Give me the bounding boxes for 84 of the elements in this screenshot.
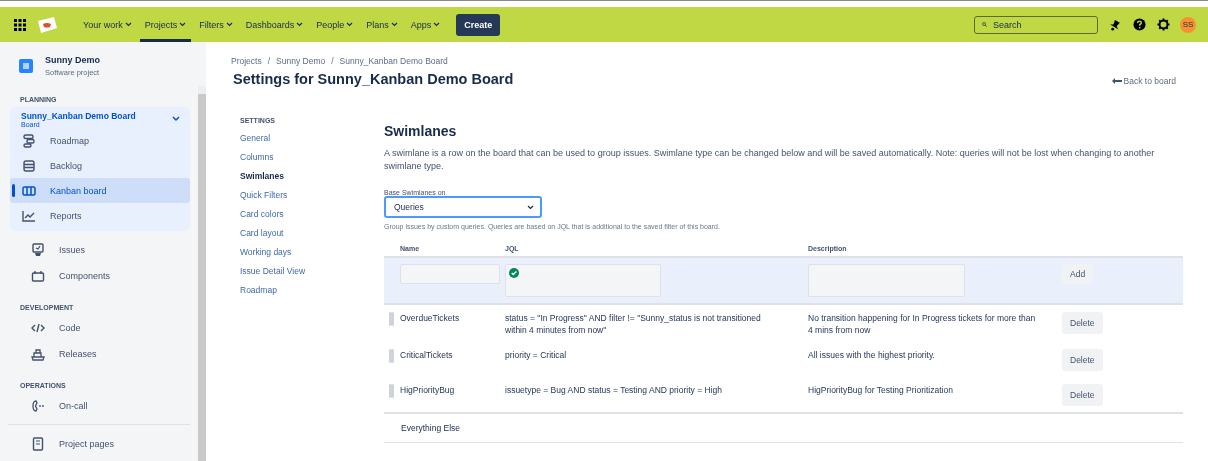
sidebar-item[interactable]: On-call bbox=[10, 393, 190, 418]
user-avatar[interactable]: SS bbox=[1180, 16, 1196, 33]
settings-link[interactable]: Columns bbox=[240, 148, 384, 167]
caret-icon bbox=[527, 204, 534, 210]
phone-icon bbox=[31, 398, 45, 413]
caret-icon bbox=[225, 22, 233, 27]
sidebar-item[interactable]: Releases bbox=[10, 341, 190, 366]
sidebar-item[interactable]: Issues bbox=[10, 237, 190, 262]
help-icon bbox=[1133, 18, 1146, 31]
board-columns-icon bbox=[22, 183, 36, 198]
chart-icon bbox=[22, 208, 36, 223]
board-title[interactable]: Sunny_Kanban Demo Board bbox=[21, 111, 136, 121]
ship-icon bbox=[31, 346, 45, 361]
project-name[interactable]: Sunny Demo bbox=[45, 55, 100, 65]
backlog-icon bbox=[22, 158, 36, 173]
nav-menu[interactable]: Your work bbox=[78, 7, 137, 42]
caret-icon bbox=[433, 22, 441, 27]
settings-link[interactable]: General bbox=[240, 129, 384, 148]
nav-menu[interactable]: People bbox=[311, 7, 359, 42]
caret-icon bbox=[390, 22, 398, 27]
caret-icon bbox=[179, 22, 187, 27]
page-title: Settings for Sunny_Kanban Demo Board bbox=[233, 71, 514, 87]
roadmap-icon bbox=[22, 133, 36, 148]
sidebar-item[interactable]: Roadmap bbox=[10, 128, 190, 153]
caret-icon bbox=[346, 22, 354, 27]
settings-link[interactable]: Roadmap bbox=[240, 281, 384, 300]
table-cell-text: No transition happening for In Progress tickets for more than 4 mins from now bbox=[808, 312, 1037, 336]
drag-handle-icon bbox=[389, 384, 394, 398]
breadcrumb-separator: / bbox=[331, 56, 334, 66]
breadcrumb-link[interactable]: Sunny Demo bbox=[276, 56, 326, 66]
table-cell-text: CriticalTickets bbox=[400, 349, 453, 362]
caret-icon bbox=[296, 22, 304, 27]
drag-handle-icon bbox=[389, 312, 394, 326]
breadcrumb-link[interactable]: Sunny_Kanban Demo Board bbox=[339, 56, 448, 66]
settings-link[interactable]: Issue Detail View bbox=[240, 262, 384, 281]
table-cell-text: HigPriorityBug bbox=[400, 384, 455, 397]
swimlane-select[interactable]: Queries bbox=[384, 196, 542, 218]
delete-button[interactable]: Delete bbox=[1062, 312, 1103, 334]
description-text: A swimlane is a row on the board that can be used to group issues. Swimlane type can be changed below and will be saved automatically. Note: queries will not be lost when changing to another swimlane type. bbox=[384, 147, 1156, 173]
add-button[interactable]: Add bbox=[1062, 264, 1094, 284]
sidebar-item[interactable]: Components bbox=[10, 263, 190, 288]
table-cell-text: priority = Critical bbox=[505, 349, 568, 361]
search-field[interactable]: Search bbox=[974, 15, 1098, 34]
sidebar-item[interactable]: Kanban board bbox=[10, 178, 190, 203]
jql-input[interactable] bbox=[505, 264, 661, 297]
create-button[interactable]: Create bbox=[456, 13, 501, 36]
sidebar-item[interactable]: Reports bbox=[10, 203, 190, 228]
settings-link[interactable]: Card layout bbox=[240, 224, 384, 243]
table-cell-text: status = "In Progress" AND filter != "Sunny_status is not transitioned within 4 minutes from now" bbox=[505, 312, 762, 336]
drag-handle-icon bbox=[389, 349, 394, 363]
sidebar-item[interactable]: Backlog bbox=[10, 153, 190, 178]
sidebar-item[interactable]: Project pages bbox=[10, 431, 190, 456]
breadcrumb-link[interactable]: Projects bbox=[231, 56, 262, 66]
settings-link[interactable]: Card colors bbox=[240, 205, 384, 224]
delete-button[interactable]: Delete bbox=[1062, 384, 1103, 406]
logo-icon bbox=[36, 15, 58, 34]
monitor-icon bbox=[31, 242, 45, 257]
back-link[interactable]: Back to board bbox=[1111, 76, 1176, 86]
delete-button[interactable]: Delete bbox=[1062, 349, 1103, 371]
section-title: Swimlanes bbox=[384, 123, 458, 139]
settings-link[interactable]: Swimlanes bbox=[240, 167, 384, 186]
settings-link[interactable]: Working days bbox=[240, 243, 384, 262]
table-cell-text: issuetype = Bug AND status = Testing AND priority = High bbox=[505, 384, 723, 396]
arrow-icon bbox=[1111, 78, 1122, 84]
sidebar-item[interactable]: Code bbox=[10, 315, 190, 340]
app-switcher-icon bbox=[14, 18, 26, 31]
nav-menu[interactable]: Dashboards bbox=[240, 7, 309, 42]
notification-icon bbox=[1109, 18, 1122, 31]
caret-icon bbox=[124, 22, 132, 27]
table-cell-text: OverdueTickets bbox=[400, 312, 460, 325]
nav-menu[interactable]: Plans bbox=[361, 7, 403, 42]
search-icon bbox=[981, 22, 988, 27]
table-cell-text: HigPriorityBug for Testing Prioritization bbox=[808, 384, 954, 396]
table-cell-text: All issues with the highest priority. bbox=[808, 349, 936, 361]
scrollbar[interactable] bbox=[198, 86, 206, 461]
settings-icon bbox=[1157, 18, 1170, 31]
page-icon bbox=[31, 436, 45, 451]
settings-link[interactable]: Quick Filters bbox=[240, 186, 384, 205]
nav-menu[interactable]: Apps bbox=[405, 7, 446, 42]
table-cell: Everything Else bbox=[401, 423, 461, 433]
breadcrumb-separator: / bbox=[267, 56, 271, 66]
project-icon bbox=[19, 59, 33, 73]
nav-menu[interactable]: Filters bbox=[194, 7, 238, 42]
box-icon bbox=[31, 268, 45, 283]
